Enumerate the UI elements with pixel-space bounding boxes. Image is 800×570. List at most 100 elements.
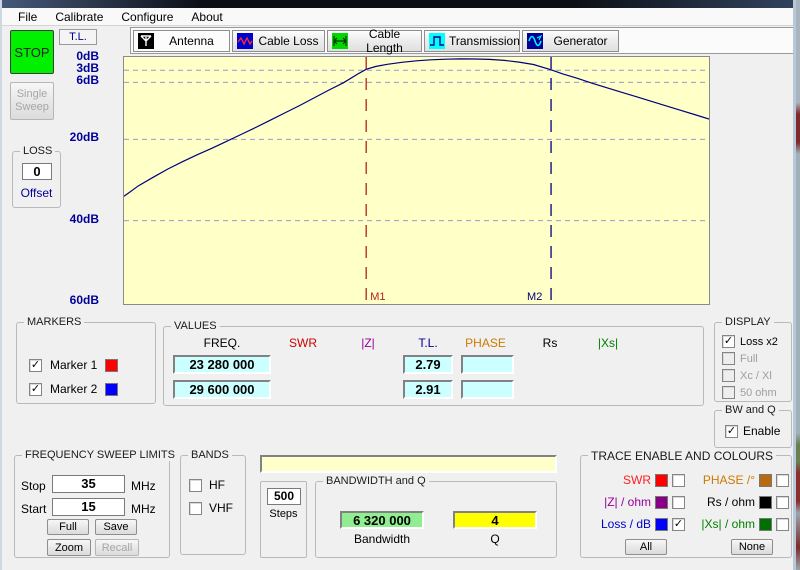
trace-loss-checkbox[interactable]: ✓ [672, 518, 685, 531]
stop-freq-input[interactable]: 35 [52, 475, 125, 493]
display-group: DISPLAY ✓ Loss x2 Full Xc / Xl 50 ohm [714, 322, 792, 402]
transmission-mode-button[interactable]: Transmission [424, 30, 520, 52]
menu-configure[interactable]: Configure [113, 9, 181, 25]
trace-all-button[interactable]: All [625, 539, 667, 555]
antenna-mode-button[interactable]: Antenna [133, 30, 230, 52]
zoom-sweep-button[interactable]: Zoom [47, 539, 91, 556]
cable-length-mode-button[interactable]: Cable Length [327, 30, 422, 52]
cable-loss-mode-button[interactable]: Cable Loss [232, 30, 325, 52]
save-sweep-button[interactable]: Save [95, 519, 137, 535]
xcxl-checkbox[interactable] [722, 369, 735, 382]
menu-file[interactable]: File [10, 9, 45, 25]
fifty-ohm-label: 50 ohm [740, 387, 777, 399]
menu-bar: File Calibrate Configure About [2, 8, 798, 26]
trace-xs-checkbox[interactable] [776, 518, 789, 531]
title-bar [2, 0, 798, 8]
marker1-freq-value: 23 280 000 [173, 355, 271, 374]
single-sweep-button[interactable]: Single Sweep [10, 82, 54, 120]
marker2-tl-value: 2.91 [403, 380, 453, 399]
transmission-icon [429, 33, 445, 49]
trace-xs-swatch[interactable] [759, 518, 772, 531]
trace-none-button[interactable]: None [731, 539, 773, 555]
q-label: Q [453, 532, 537, 546]
values-header-swr: SWR [283, 336, 323, 350]
trace-z-label: |Z| / ohm [604, 495, 651, 509]
marker1-phase-value [461, 355, 514, 374]
trace-loss-swatch[interactable] [655, 518, 668, 531]
marker2-color-swatch[interactable] [105, 383, 118, 396]
trace-rs-label: Rs / ohm [707, 495, 755, 509]
sweep-limits-title: FREQUENCY SWEEP LIMITS [22, 449, 178, 461]
mode-toolbar: Antenna Cable Loss Cable Length Transmis… [130, 27, 794, 54]
trace-loss-row: Loss / dB ✓ [585, 517, 685, 531]
display-xcxl-row: Xc / Xl [722, 369, 772, 382]
steps-input[interactable]: 500 [267, 488, 301, 505]
cable-loss-icon [237, 33, 253, 49]
start-freq-input[interactable]: 15 [52, 498, 125, 516]
loss-offset-label: Offset [13, 186, 60, 200]
menu-calibrate[interactable]: Calibrate [47, 9, 111, 25]
display-group-title: DISPLAY [722, 316, 774, 328]
trace-z-checkbox[interactable] [672, 496, 685, 509]
values-header-tl: T.L. [403, 336, 453, 350]
antenna-icon [138, 33, 154, 49]
recall-sweep-button[interactable]: Recall [95, 539, 139, 556]
lossx2-checkbox[interactable]: ✓ [722, 335, 735, 348]
stop-freq-label: Stop [21, 479, 46, 493]
marker1-color-swatch[interactable] [105, 359, 118, 372]
loss-offset-input[interactable]: 0 [22, 163, 52, 180]
trace-rs-swatch[interactable] [759, 496, 772, 509]
loss-group: LOSS 0 Offset [12, 151, 61, 208]
start-freq-unit: MHz [131, 502, 156, 516]
y-tick-20dB: 20dB [70, 131, 99, 144]
transmission-mode-label: Transmission [449, 34, 520, 48]
trace-swr-swatch[interactable] [655, 474, 668, 487]
xcxl-label: Xc / Xl [740, 370, 772, 382]
trace-group-title: TRACE ENABLE AND COLOURS [588, 449, 776, 463]
hf-band-label: HF [209, 478, 225, 492]
start-freq-label: Start [21, 502, 46, 516]
bwq-enable-checkbox[interactable]: ✓ [725, 425, 738, 438]
values-header-xs: |Xs| [586, 336, 630, 350]
values-header-freq: FREQ. [179, 336, 265, 350]
trace-xs-label: |Xs| / ohm [701, 517, 755, 531]
full-sweep-button[interactable]: Full [47, 519, 89, 535]
bands-group: BANDS HF VHF [180, 455, 246, 555]
vhf-band-checkbox[interactable] [189, 502, 202, 515]
antenna-mode-label: Antenna [158, 34, 225, 48]
sweep-limits-group: FREQUENCY SWEEP LIMITS Stop 35 MHz Start… [14, 455, 170, 558]
fifty-ohm-checkbox[interactable] [722, 386, 735, 399]
hf-band-checkbox[interactable] [189, 479, 202, 492]
bw-and-q-group-title: BW and Q [722, 404, 779, 416]
values-header-z: |Z| [348, 336, 388, 350]
trace-phase-label: PHASE /° [703, 473, 755, 487]
generator-mode-button[interactable]: Generator [522, 30, 619, 52]
sweep-plot[interactable]: M1M2 [123, 56, 710, 305]
lossx2-label: Loss x2 [740, 336, 778, 348]
single-sweep-line2: Sweep [15, 101, 49, 114]
trace-swr-checkbox[interactable] [672, 474, 685, 487]
menu-about[interactable]: About [183, 9, 230, 25]
marker2-checkbox[interactable]: ✓ [29, 383, 42, 396]
trace-swr-row: SWR [585, 473, 685, 487]
trace-xs-row: |Xs| / ohm [687, 517, 789, 531]
trace-phase-checkbox[interactable] [776, 474, 789, 487]
trace-curve-0 [124, 59, 709, 196]
trace-phase-swatch[interactable] [759, 474, 772, 487]
trace-rs-checkbox[interactable] [776, 496, 789, 509]
bands-group-title: BANDS [188, 449, 232, 461]
full-display-checkbox[interactable] [722, 352, 735, 365]
marker2-freq-value: 29 600 000 [173, 380, 271, 399]
marker2-row: ✓ Marker 2 [29, 382, 118, 396]
steps-label: Steps [261, 508, 306, 520]
hf-band-row: HF [189, 478, 225, 492]
stop-button[interactable]: STOP [10, 30, 54, 74]
sweep-plot-canvas: M1M2 [124, 57, 709, 304]
values-group-title: VALUES [171, 320, 220, 332]
marker1-checkbox[interactable]: ✓ [29, 359, 42, 372]
trace-rs-row: Rs / ohm [687, 495, 789, 509]
trace-z-swatch[interactable] [655, 496, 668, 509]
markers-group: MARKERS ✓ Marker 1 ✓ Marker 2 [16, 322, 156, 404]
status-note-field[interactable] [260, 455, 557, 473]
steps-box: 500 Steps [260, 481, 307, 558]
